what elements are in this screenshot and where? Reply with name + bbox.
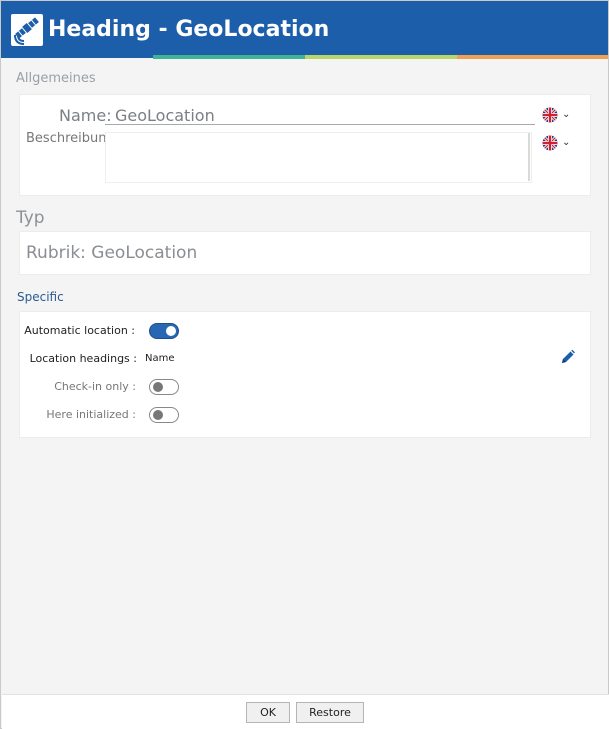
name-language-selector[interactable]: ⌄	[542, 107, 572, 123]
accent-stripe-2	[305, 55, 457, 59]
toggle-knob	[153, 382, 163, 392]
here-initialized-toggle[interactable]	[149, 407, 179, 423]
location-headings-value: Name	[145, 353, 175, 364]
description-language-selector[interactable]: ⌄	[542, 135, 572, 151]
edit-pencil-icon[interactable]	[559, 348, 575, 366]
type-value: Rubrik: GeoLocation	[26, 243, 198, 263]
accent-stripe-3	[457, 55, 608, 59]
description-textarea[interactable]	[105, 132, 532, 183]
checkin-only-label: Check-in only :	[54, 380, 136, 393]
ok-button[interactable]: OK	[246, 702, 290, 723]
chevron-down-icon: ⌄	[562, 109, 571, 120]
accent-stripe-1	[153, 55, 305, 59]
restore-button[interactable]: Restore	[296, 702, 364, 723]
dialog-window: Heading - GeoLocation Allgemeines Name: …	[0, 0, 609, 729]
section-title-general: Allgemeines	[16, 71, 96, 86]
chevron-down-icon: ⌄	[562, 137, 571, 148]
section-title-specific: Specific	[17, 290, 64, 304]
automatic-location-toggle[interactable]	[149, 323, 179, 339]
here-initialized-label: Here initialized :	[46, 408, 136, 421]
name-input-underline	[105, 124, 535, 125]
uk-flag-icon	[542, 107, 558, 123]
location-headings-label: Location headings :	[29, 352, 137, 365]
uk-flag-icon	[542, 135, 558, 151]
satellite-icon	[11, 14, 43, 46]
checkin-only-toggle[interactable]	[149, 379, 179, 395]
section-title-type: Typ	[16, 208, 45, 228]
description-scrollbar[interactable]	[528, 133, 530, 181]
automatic-location-label: Automatic location :	[24, 324, 135, 337]
name-label: Name:	[59, 106, 112, 125]
window-title: Heading - GeoLocation	[48, 17, 330, 42]
name-input[interactable]: GeoLocation	[115, 106, 215, 125]
toggle-knob	[166, 326, 176, 336]
title-bar: Heading - GeoLocation	[1, 1, 608, 59]
toggle-knob	[153, 410, 163, 420]
